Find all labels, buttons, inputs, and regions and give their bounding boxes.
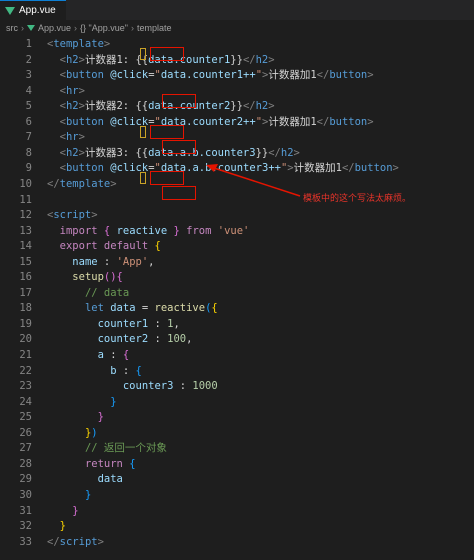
annotation-arrow bbox=[206, 164, 301, 197]
text-cursor-marker bbox=[140, 48, 146, 60]
highlight-box bbox=[162, 94, 196, 108]
highlight-box bbox=[150, 171, 184, 185]
text-cursor-marker bbox=[140, 172, 146, 184]
highlight-box bbox=[150, 125, 184, 139]
highlight-box bbox=[150, 47, 184, 61]
highlight-box bbox=[162, 186, 196, 200]
text-cursor-marker bbox=[140, 126, 146, 138]
highlight-box bbox=[162, 140, 196, 154]
